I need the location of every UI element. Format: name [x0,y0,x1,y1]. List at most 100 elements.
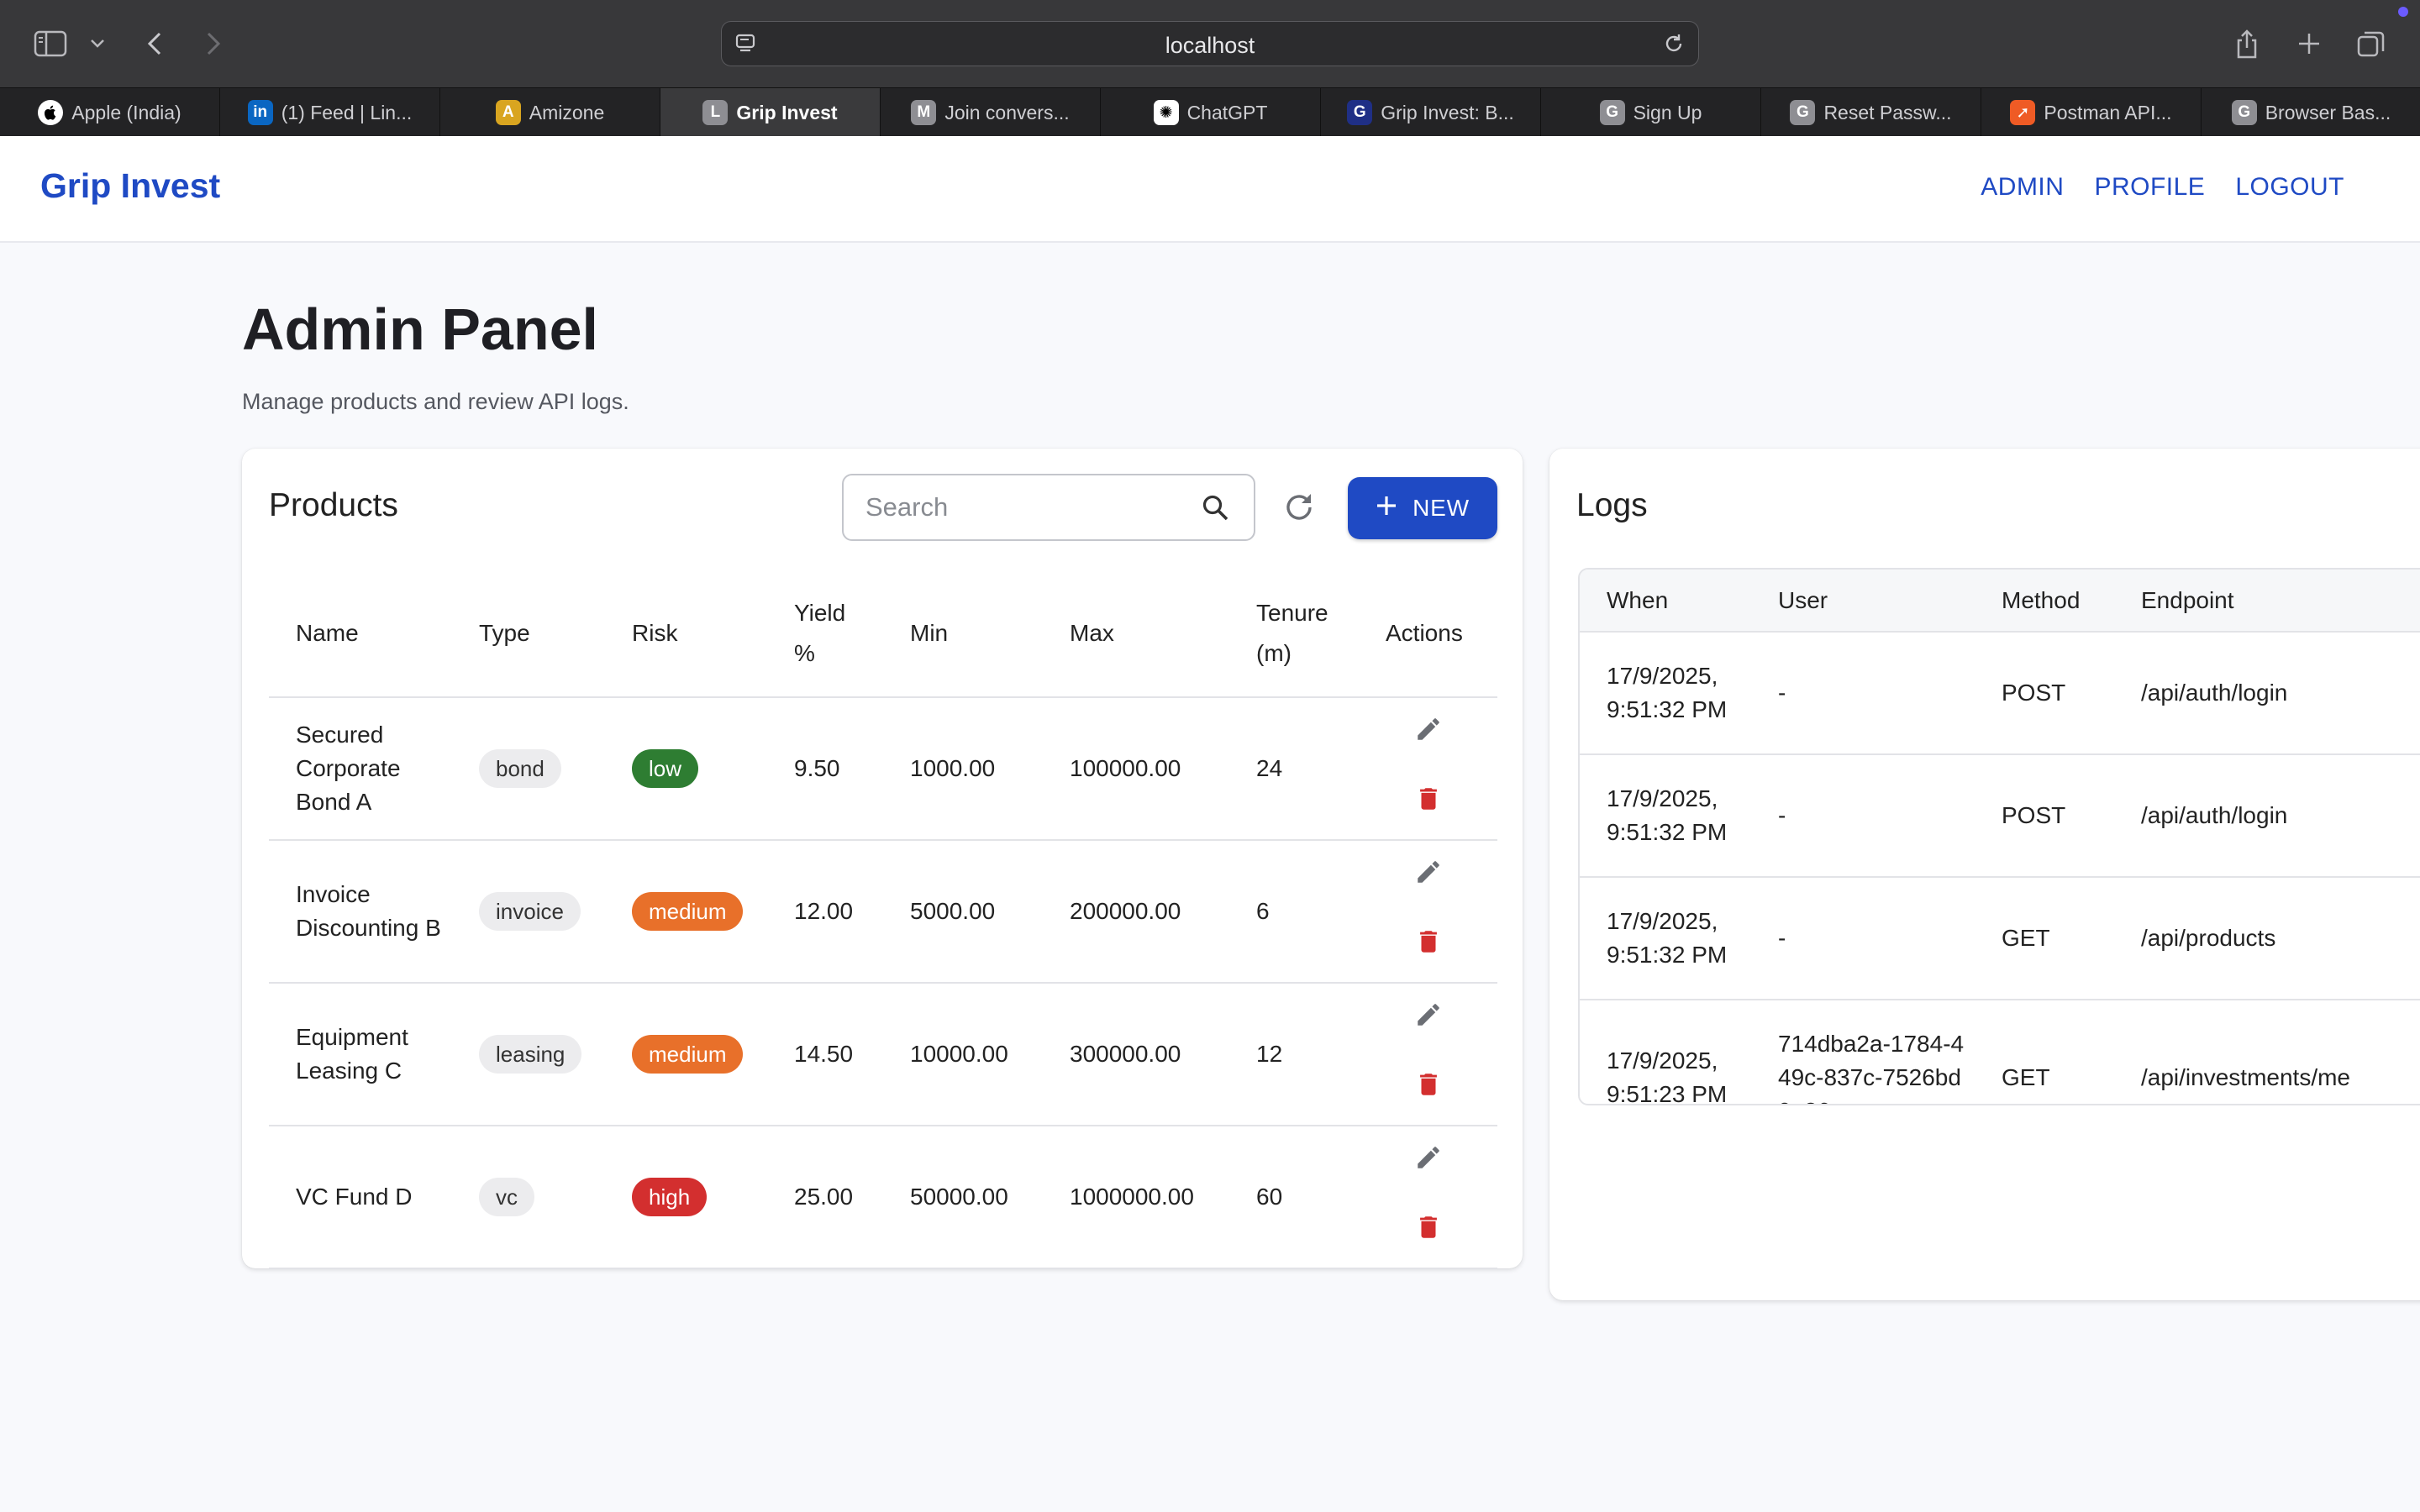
logs-title: Logs [1576,487,1648,523]
browser-tab[interactable]: Apple (India) [0,88,220,137]
product-min: 10000.00 [883,983,1043,1126]
browser-tab[interactable]: ✺ ChatGPT [1101,88,1321,137]
browser-toolbar: localhost [0,0,2420,87]
edit-icon[interactable] [1414,715,1443,753]
browser-tab[interactable]: ➚ Postman API... [1981,88,2202,137]
product-name: Secured Corporate Bond A [269,697,452,841]
new-product-button[interactable]: NEW [1348,477,1497,539]
page-title: Admin Panel [242,297,598,362]
log-endpoint: /api/auth/login [2114,632,2420,755]
product-max: 300000.00 [1043,983,1229,1126]
browser-tab-label: Grip Invest: B... [1381,101,1514,123]
browser-tab-label: (1) Feed | Lin... [281,101,413,123]
refresh-icon[interactable] [1281,489,1318,526]
log-endpoint: /api/investments/me [2114,1000,2420,1104]
delete-icon[interactable] [1414,927,1443,965]
products-title: Products [269,487,398,523]
product-min: 1000.00 [883,697,1043,841]
nav-logout[interactable]: LOGOUT [2235,173,2344,202]
tab-overview-icon[interactable] [2353,25,2390,62]
product-name: Invoice Discounting B [269,840,452,984]
product-tenure: 60 [1229,1126,1359,1269]
col-risk[interactable]: Risk [605,570,767,698]
forward-icon[interactable] [195,25,232,62]
browser-tab-label: Reset Passw... [1823,101,1952,123]
amizone-icon: A [495,100,521,125]
back-icon[interactable] [136,25,173,62]
delete-icon[interactable] [1414,1213,1443,1251]
log-when: 17/9/2025, 9:51:32 PM [1580,877,1751,1000]
product-yield: 25.00 [767,1126,883,1269]
new-tab-icon[interactable] [2291,25,2328,62]
linkedin-icon: in [247,100,273,125]
address-bar[interactable]: localhost [721,21,1699,66]
reload-icon[interactable] [1661,31,1686,60]
browser-tab[interactable]: G Reset Passw... [1761,88,1981,137]
logs-table-container[interactable]: When User Method Endpoint 17/9/2025, 9:5… [1578,568,2420,1105]
page-subtitle: Manage products and review API logs. [242,389,629,414]
browser-tab[interactable]: G Grip Invest: B... [1321,88,1541,137]
col-type[interactable]: Type [452,570,605,698]
product-name: Equipment Leasing C [269,983,452,1126]
search-box[interactable] [842,474,1255,541]
log-user: - [1751,632,1975,755]
new-button-label: NEW [1413,495,1470,521]
col-tenure[interactable]: Tenure (m) [1229,570,1359,698]
col-actions: Actions [1359,570,1497,698]
log-when: 17/9/2025, 9:51:32 PM [1580,632,1751,755]
col-when: When [1580,570,1751,633]
browser-tab[interactable]: M Join convers... [881,88,1101,137]
type-chip: invoice [479,892,581,931]
search-input[interactable] [865,491,1185,524]
app-header: Grip Invest ADMIN PROFILE LOGOUT [0,136,2420,243]
grip-icon: G [1347,100,1373,125]
delete-icon[interactable] [1414,785,1443,822]
nav-profile[interactable]: PROFILE [2094,173,2205,202]
col-min[interactable]: Min [883,570,1043,698]
browser-tab-label: Postman API... [2044,101,2172,123]
browser-tab-label: Amizone [529,101,605,123]
product-risk: medium [605,983,767,1126]
url-text: localhost [1165,33,1255,58]
product-actions [1359,697,1497,841]
log-row: 17/9/2025, 9:51:32 PM - GET/api/products [1580,877,2420,1000]
product-tenure: 12 [1229,983,1359,1126]
chevron-down-icon[interactable] [79,25,116,62]
col-yield[interactable]: Yield % [767,570,883,698]
delete-icon[interactable] [1414,1070,1443,1108]
browser-tab[interactable]: G Browser Bas... [2202,88,2420,137]
browser-tab[interactable]: L Grip Invest [660,88,881,137]
letter-g-icon: G [1599,100,1625,125]
browser-tab[interactable]: A Amizone [440,88,660,137]
risk-chip: medium [632,1035,744,1074]
edit-icon[interactable] [1414,858,1443,895]
browser-tab[interactable]: G Sign Up [1541,88,1761,137]
edit-icon[interactable] [1414,1143,1443,1181]
product-risk: medium [605,840,767,984]
brand-logo[interactable]: Grip Invest [40,166,220,206]
risk-chip: low [632,749,699,788]
product-yield: 14.50 [767,983,883,1126]
share-icon[interactable] [2228,25,2265,62]
browser-tab[interactable]: in (1) Feed | Lin... [220,88,440,137]
browser-tab-label: Browser Bas... [2265,101,2391,123]
chatgpt-icon: ✺ [1153,100,1179,125]
log-row: 17/9/2025, 9:51:32 PM - POST/api/auth/logi… [1580,754,2420,878]
sidebar-toggle-icon[interactable] [32,25,69,62]
log-row: 17/9/2025, 9:51:32 PM - POST/api/auth/logi… [1580,632,2420,755]
log-endpoint: /api/products [2114,877,2420,1000]
plus-icon [1376,495,1397,522]
col-name[interactable]: Name [269,570,452,698]
type-chip: bond [479,749,561,788]
search-icon[interactable] [1202,494,1230,527]
postman-icon: ➚ [2010,100,2036,125]
edit-icon[interactable] [1414,1000,1443,1038]
col-max[interactable]: Max [1043,570,1229,698]
product-name: VC Fund D [269,1126,452,1269]
product-type: vc [452,1126,605,1269]
logs-card: Logs When User Method Endpoint 17/9/2025… [1549,449,2420,1300]
log-endpoint: /api/auth/login [2114,754,2420,878]
log-row: 17/9/2025, 9:51:23 PM 714dba2a-1784-449c-… [1580,1000,2420,1104]
letter-g-icon: G [1790,100,1816,125]
nav-admin[interactable]: ADMIN [1981,173,2064,202]
